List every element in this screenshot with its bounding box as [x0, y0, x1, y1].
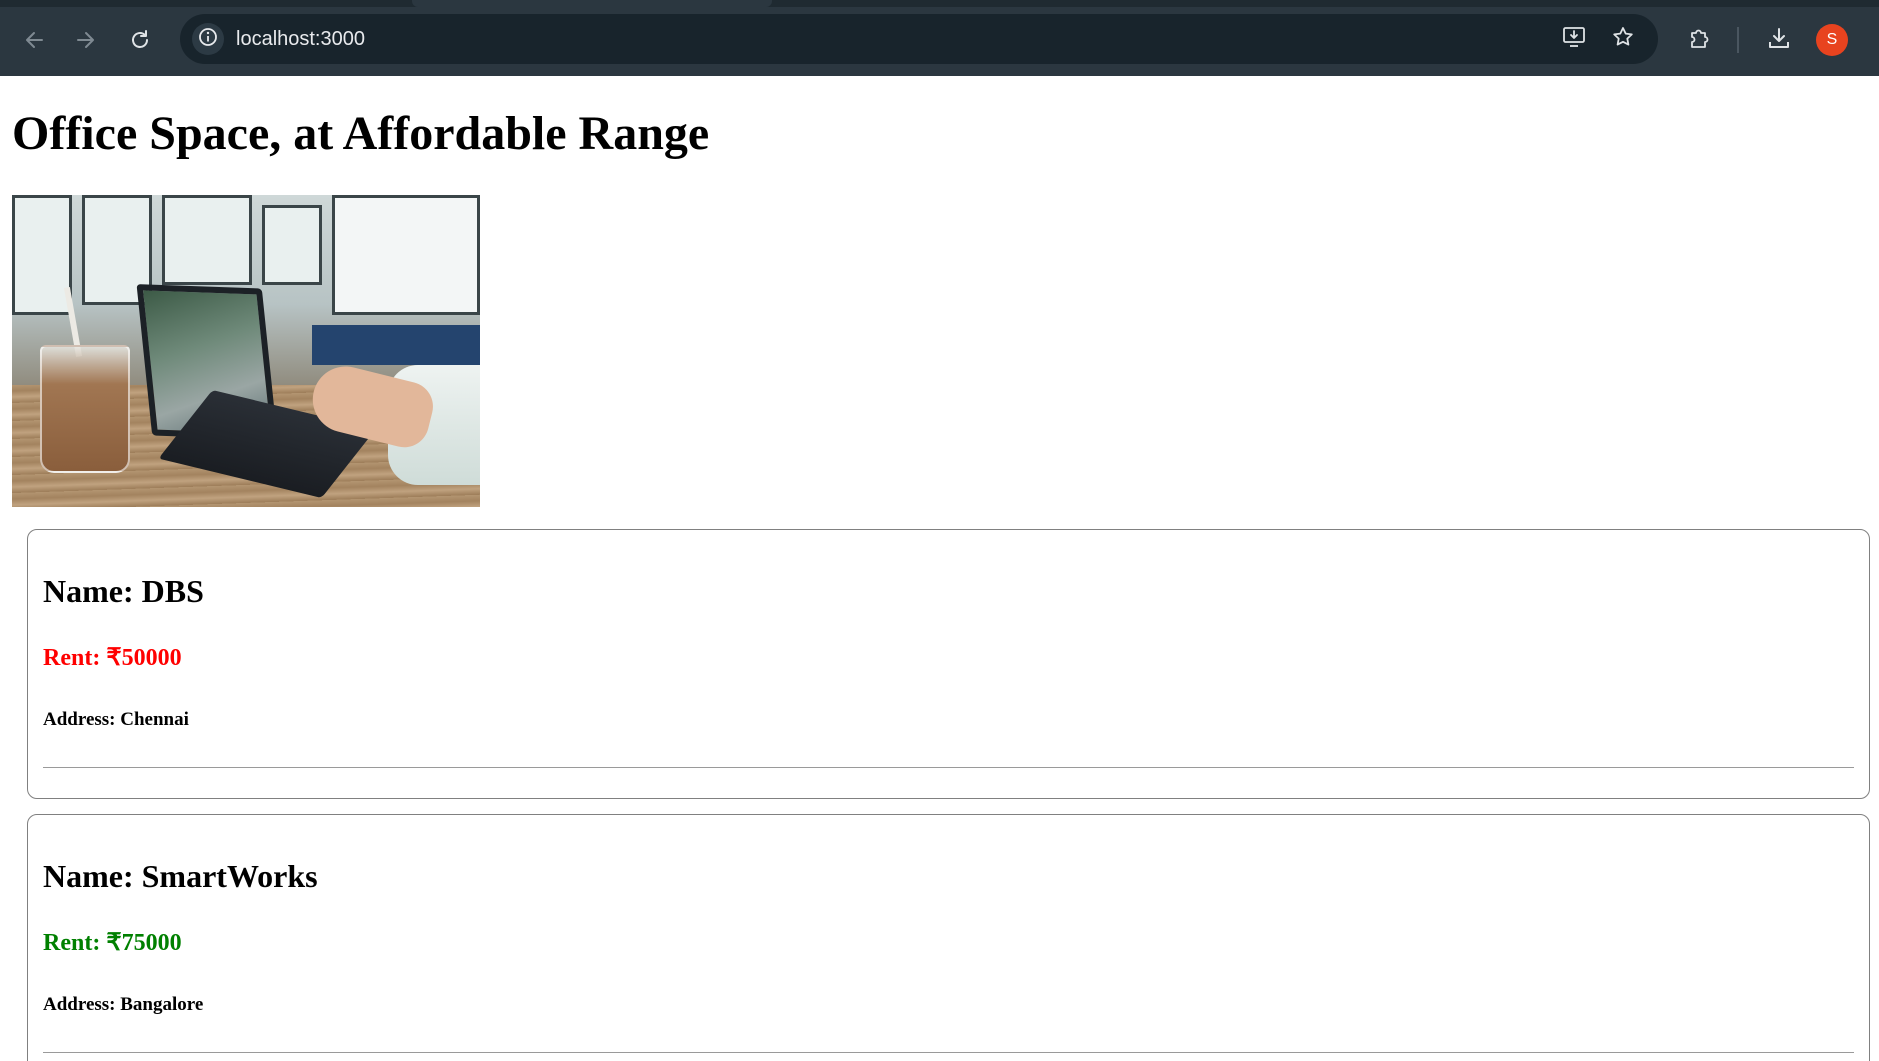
info-icon	[198, 27, 218, 52]
office-rent: Rent: ₹75000	[43, 930, 182, 956]
toolbar-separator	[1737, 27, 1739, 53]
office-photo	[12, 195, 480, 507]
downloads-button[interactable]	[1764, 25, 1794, 55]
office-address: Address: Chennai	[43, 709, 189, 730]
forward-arrow-icon	[75, 29, 97, 51]
card-divider	[43, 1052, 1854, 1053]
page-title: Office Space, at Affordable Range	[12, 107, 710, 160]
office-name: Name: DBS	[43, 573, 204, 609]
page-content: Office Space, at Affordable Range Name: …	[0, 76, 1879, 1061]
install-app-icon	[1562, 24, 1588, 55]
browser-toolbar: localhost:3000 S	[0, 0, 1879, 76]
office-rent: Rent: ₹50000	[43, 645, 182, 671]
forward-button[interactable]	[68, 22, 104, 58]
office-card: Name: DBS Rent: ₹50000 Address: Chennai	[27, 529, 1870, 799]
office-name: Name: SmartWorks	[43, 858, 318, 894]
reload-icon	[129, 29, 151, 51]
office-card: Name: SmartWorks Rent: ₹75000 Address: B…	[27, 814, 1870, 1061]
site-info-button[interactable]	[192, 23, 224, 55]
download-icon	[1766, 25, 1792, 56]
profile-avatar[interactable]: S	[1816, 24, 1848, 56]
url-text[interactable]: localhost:3000	[236, 27, 365, 51]
active-tab[interactable]	[412, 0, 772, 7]
extensions-button[interactable]	[1685, 25, 1715, 55]
install-app-button[interactable]	[1562, 26, 1588, 52]
bookmark-button[interactable]	[1610, 26, 1636, 52]
puzzle-icon	[1687, 25, 1713, 56]
card-divider	[43, 767, 1854, 768]
address-bar[interactable]: localhost:3000	[180, 14, 1658, 64]
star-icon	[1611, 25, 1635, 54]
back-button[interactable]	[16, 22, 52, 58]
back-arrow-icon	[23, 29, 45, 51]
tab-strip	[0, 0, 1879, 7]
reload-button[interactable]	[122, 22, 158, 58]
office-address: Address: Bangalore	[43, 994, 204, 1015]
